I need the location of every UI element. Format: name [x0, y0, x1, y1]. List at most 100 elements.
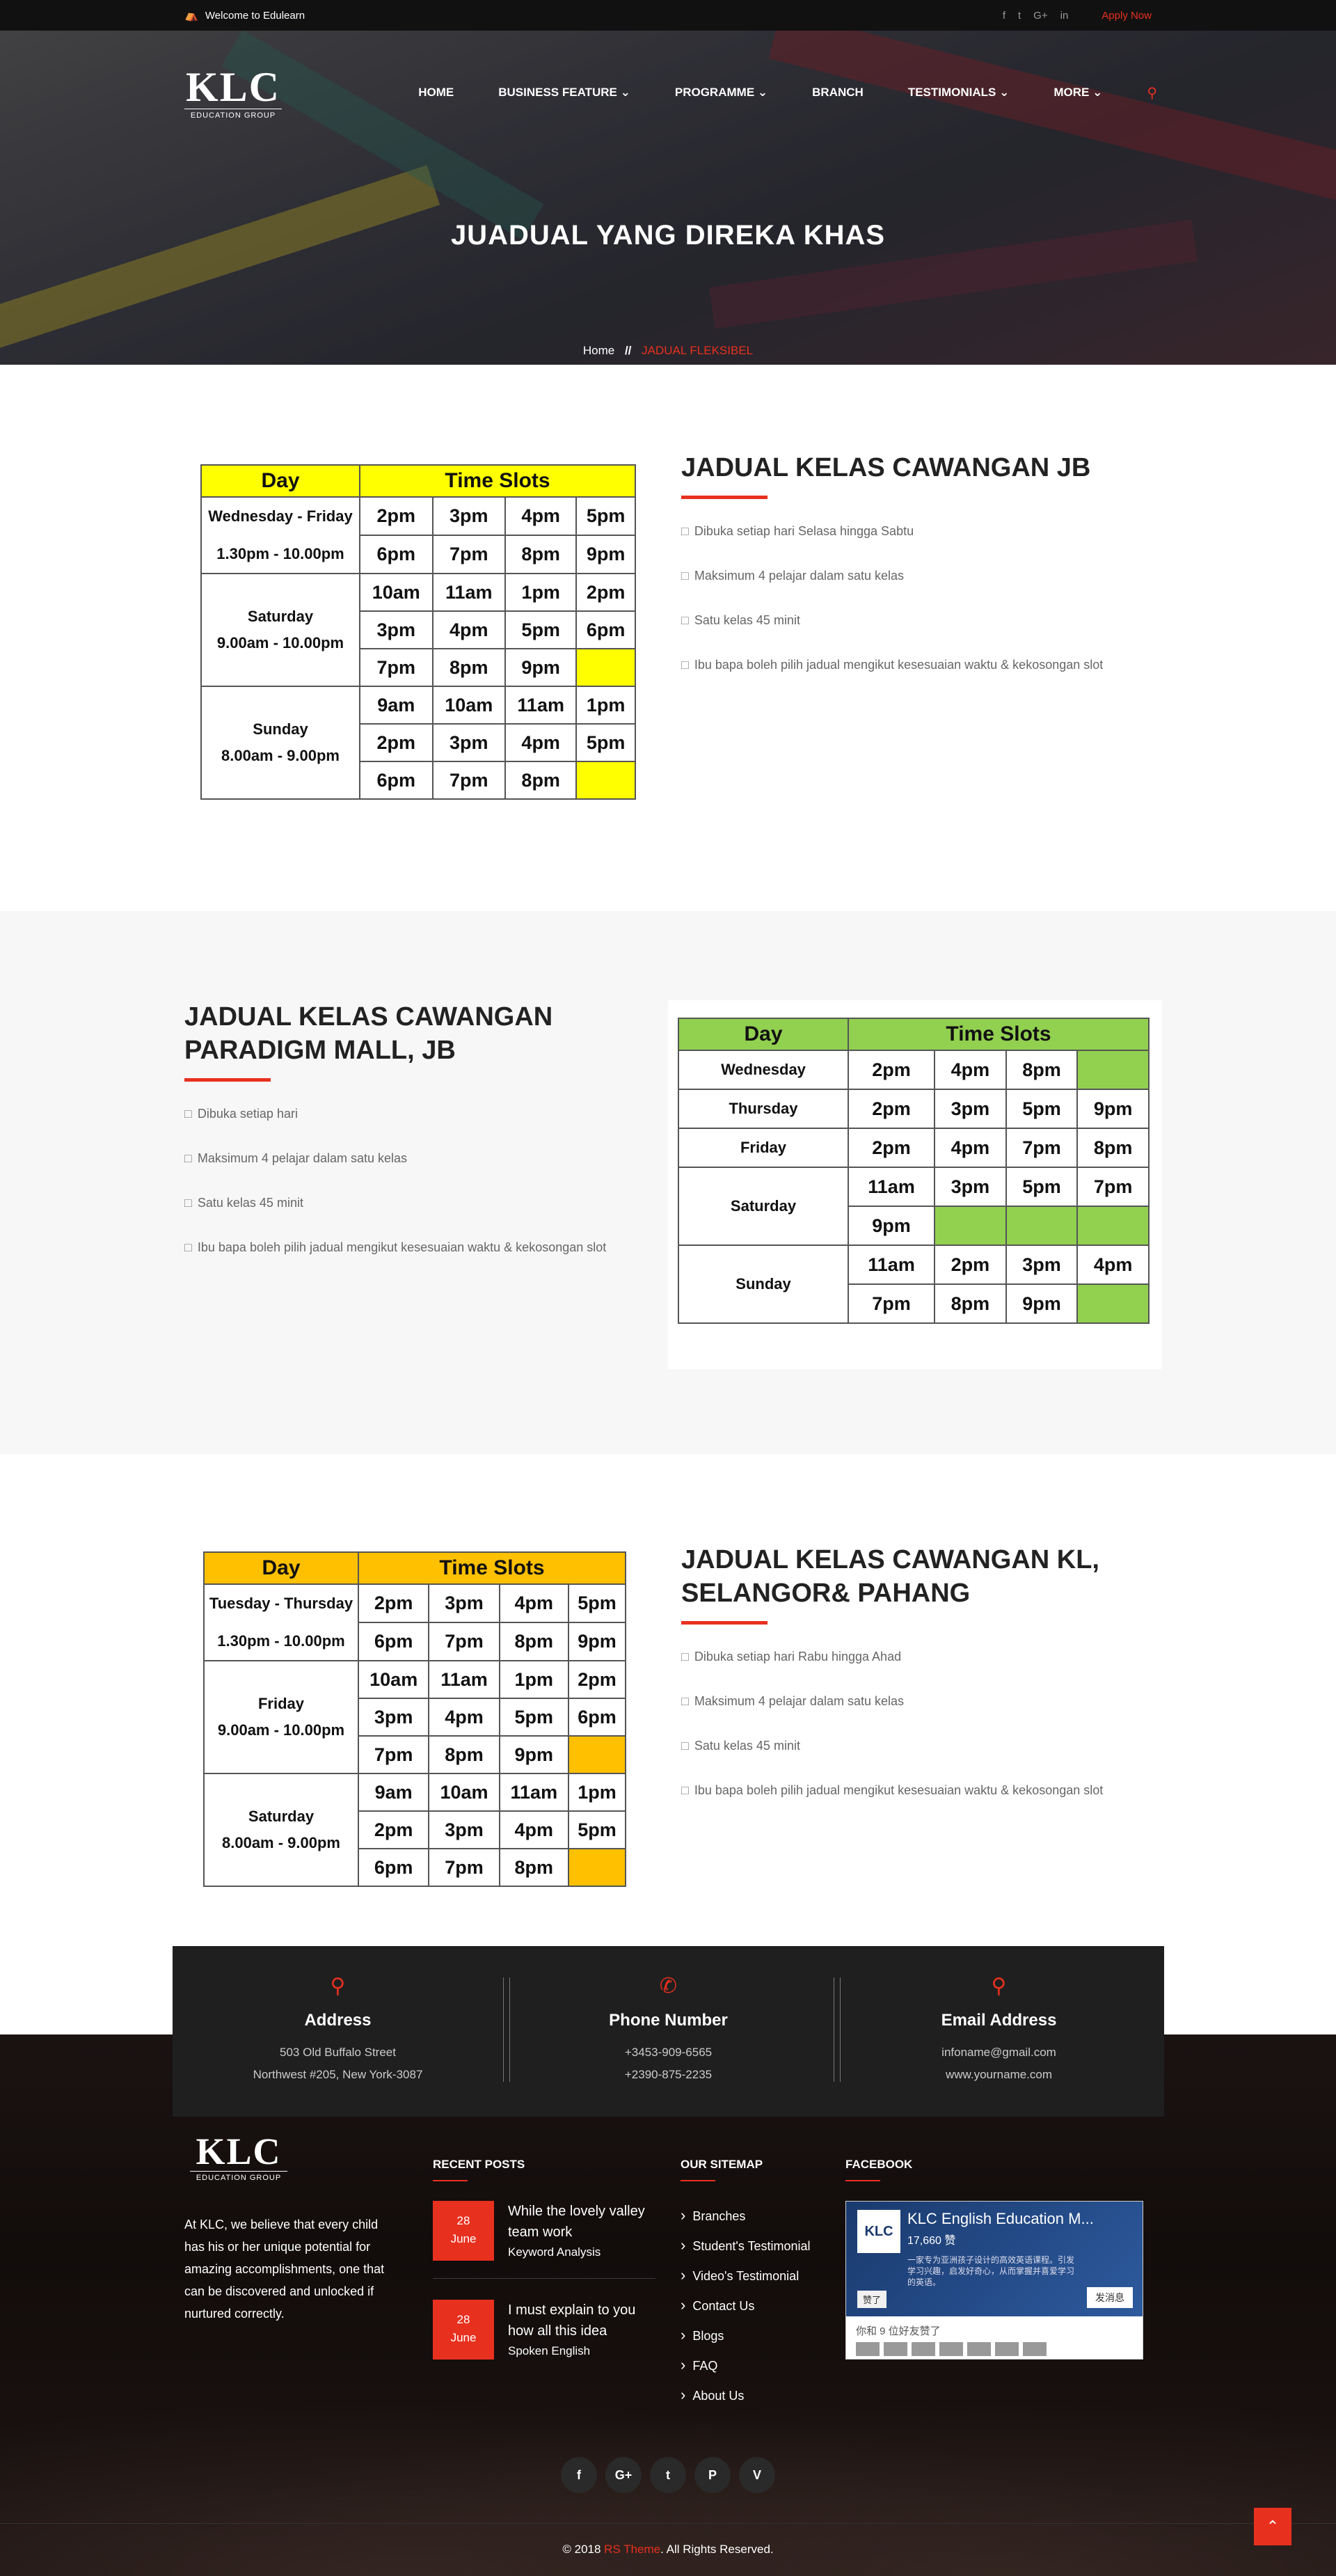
- time-slot-cell: 3pm: [1005, 1244, 1079, 1285]
- time-slot-cell: 4pm: [504, 496, 578, 536]
- post-date: 28 June: [433, 2201, 494, 2261]
- time-slot-cell: 9pm: [498, 1735, 569, 1774]
- twitter-icon[interactable]: t: [1018, 10, 1021, 22]
- contact-line[interactable]: infoname@gmail.com: [834, 2041, 1164, 2064]
- friend-avatar: [967, 2342, 991, 2356]
- facebook-icon[interactable]: f: [561, 2457, 597, 2493]
- empty-slot-cell: [1076, 1050, 1150, 1090]
- back-to-top-button[interactable]: ⌃: [1254, 2508, 1291, 2545]
- time-slot-cell: 10am: [431, 686, 507, 725]
- post-item[interactable]: 28 June While the lovely valley team work…: [433, 2201, 655, 2279]
- table-header-row: Day Time Slots: [200, 464, 636, 498]
- facebook-page-name[interactable]: KLC English Education M...: [907, 2210, 1094, 2228]
- breadcrumb-home[interactable]: Home: [583, 344, 614, 357]
- empty-slot-cell: [575, 761, 636, 800]
- day-cell: Sunday 8.00am - 9.00pm: [200, 686, 360, 800]
- copyright-brand-link[interactable]: RS Theme: [604, 2543, 660, 2556]
- facebook-likes: 17,660 赞: [907, 2235, 956, 2247]
- time-slot-cell: 7pm: [428, 1848, 500, 1887]
- contact-line[interactable]: +3453-909-6565: [503, 2041, 834, 2064]
- header-time-slots: Time Slots: [848, 1018, 1150, 1051]
- google-plus-icon[interactable]: G+: [605, 2457, 642, 2493]
- schedule-table-jb: Day Time Slots Wednesday - Friday 1.30pm - …: [200, 464, 636, 800]
- post-item[interactable]: 28 June I must explain to you how all thi…: [433, 2300, 655, 2377]
- time-slot-cell: 11am: [498, 1773, 569, 1812]
- day-name: Tuesday - Thursday: [209, 1595, 353, 1612]
- contact-line[interactable]: www.yourname.com: [834, 2064, 1164, 2086]
- twitter-icon[interactable]: t: [650, 2457, 686, 2493]
- sitemap-link[interactable]: Video's Testimonial: [681, 2261, 827, 2291]
- search-icon[interactable]: ⚲: [1147, 84, 1157, 102]
- time-slot-cell: 7pm: [847, 1283, 936, 1324]
- friend-thumbnails: [856, 2342, 1133, 2356]
- facebook-widget[interactable]: KLC KLC English Education M... 17,660 赞 …: [845, 2201, 1143, 2360]
- table-row: Friday 9.00am - 10.00pm 10am 11am 1pm 2pm: [203, 1660, 627, 1774]
- post-title[interactable]: While the lovely valley team work: [508, 2201, 655, 2243]
- feature-item: Dibuka setiap hari Rabu hingga Ahad: [681, 1648, 1127, 1665]
- breadcrumb-separator: //: [624, 344, 632, 357]
- copyright-post: . All Rights Reserved.: [660, 2543, 774, 2556]
- time-slot-cell: 5pm: [498, 1698, 569, 1737]
- sitemap-link[interactable]: Blogs: [681, 2321, 827, 2350]
- sitemap-link[interactable]: About Us: [681, 2380, 827, 2410]
- sitemap-link[interactable]: Contact Us: [681, 2291, 827, 2321]
- nav-item-testimonials[interactable]: TESTIMONIALS ⌄: [908, 86, 1010, 100]
- time-slot-cell: 8pm: [1076, 1128, 1150, 1168]
- sitemap-link[interactable]: Student's Testimonial: [681, 2231, 827, 2261]
- time-slot-cell: 9pm: [1076, 1089, 1150, 1129]
- post-title[interactable]: I must explain to you how all this idea: [508, 2300, 655, 2341]
- logo-text: KLC: [196, 2131, 282, 2172]
- contact-line: 503 Old Buffalo Street: [280, 2046, 396, 2059]
- facebook-avatar: KLC: [857, 2210, 900, 2253]
- title-underline: [184, 1078, 271, 1082]
- time-slot-cell: 8pm: [428, 1735, 500, 1774]
- facebook-friends: 你和 9 位好友赞了: [846, 2316, 1143, 2363]
- time-slot-cell: 4pm: [498, 1583, 569, 1623]
- table-row: Friday 2pm 4pm 7pm 8pm: [678, 1128, 1150, 1168]
- time-slot-cell: 9pm: [504, 648, 578, 687]
- post-date: 28 June: [433, 2300, 494, 2360]
- nav-item-more[interactable]: MORE ⌄: [1053, 86, 1102, 100]
- google-plus-icon[interactable]: G+: [1033, 10, 1047, 22]
- top-social: f t G+ in Apply Now: [1003, 10, 1152, 22]
- day-hours: 8.00am - 9.00pm: [222, 1834, 340, 1851]
- day-cell: Tuesday - Thursday 1.30pm - 10.00pm: [203, 1583, 359, 1661]
- facebook-icon[interactable]: f: [1003, 10, 1005, 22]
- nav-item-programme[interactable]: PROGRAMME ⌄: [675, 86, 768, 100]
- linkedin-icon[interactable]: in: [1060, 10, 1069, 22]
- facebook-like-button[interactable]: 赞了: [857, 2291, 887, 2308]
- time-slot-cell: 11am: [504, 686, 578, 725]
- time-slot-cell: 4pm: [1076, 1244, 1150, 1285]
- time-slot-cell: 10am: [428, 1773, 500, 1812]
- apply-now-link[interactable]: Apply Now: [1102, 10, 1152, 22]
- facebook-desc: 一家专为亚洲孩子设计的高效英语课程。引发学习兴趣，启发好奇心，从而掌握并喜爱学习…: [907, 2255, 1075, 2287]
- time-slot-cell: 7pm: [431, 535, 507, 574]
- day-cell: Saturday: [678, 1167, 849, 1246]
- facebook-message-button[interactable]: 发消息: [1087, 2287, 1133, 2308]
- day-cell: Friday: [678, 1128, 849, 1168]
- pinterest-icon[interactable]: P: [694, 2457, 731, 2493]
- time-slot-cell: 3pm: [431, 496, 507, 536]
- friend-avatar: [995, 2342, 1019, 2356]
- nav-item-home[interactable]: HOME: [418, 86, 454, 100]
- hero-banner: KLC EDUCATION GROUP HOME BUSINESS FEATUR…: [0, 31, 1336, 365]
- vimeo-icon[interactable]: V: [739, 2457, 775, 2493]
- time-slot-cell: 8pm: [1005, 1050, 1079, 1090]
- day-cell: Thursday: [678, 1089, 849, 1129]
- nav-item-business-feature[interactable]: BUSINESS FEATURE ⌄: [498, 86, 630, 100]
- time-slot-cell: 1pm: [567, 1773, 627, 1812]
- nav-item-branch[interactable]: BRANCH: [812, 86, 864, 100]
- contact-line[interactable]: +2390-875-2235: [503, 2064, 834, 2086]
- welcome-text: Welcome to Edulearn: [205, 9, 305, 22]
- time-slot-cell: 8pm: [498, 1848, 569, 1887]
- sitemap-link[interactable]: FAQ: [681, 2350, 827, 2380]
- recent-posts-title: RECENT POSTS: [433, 2158, 525, 2171]
- sitemap-link[interactable]: Branches: [681, 2201, 827, 2231]
- site-logo[interactable]: KLC EDUCATION GROUP: [184, 65, 282, 120]
- day-name: Thursday: [729, 1100, 798, 1117]
- friend-avatar: [912, 2342, 935, 2356]
- contact-title: Email Address: [941, 2011, 1057, 2030]
- footer-logo[interactable]: KLC EDUCATION GROUP: [190, 2132, 287, 2182]
- time-slot-cell: 2pm: [567, 1660, 627, 1699]
- title-underline: [681, 496, 768, 499]
